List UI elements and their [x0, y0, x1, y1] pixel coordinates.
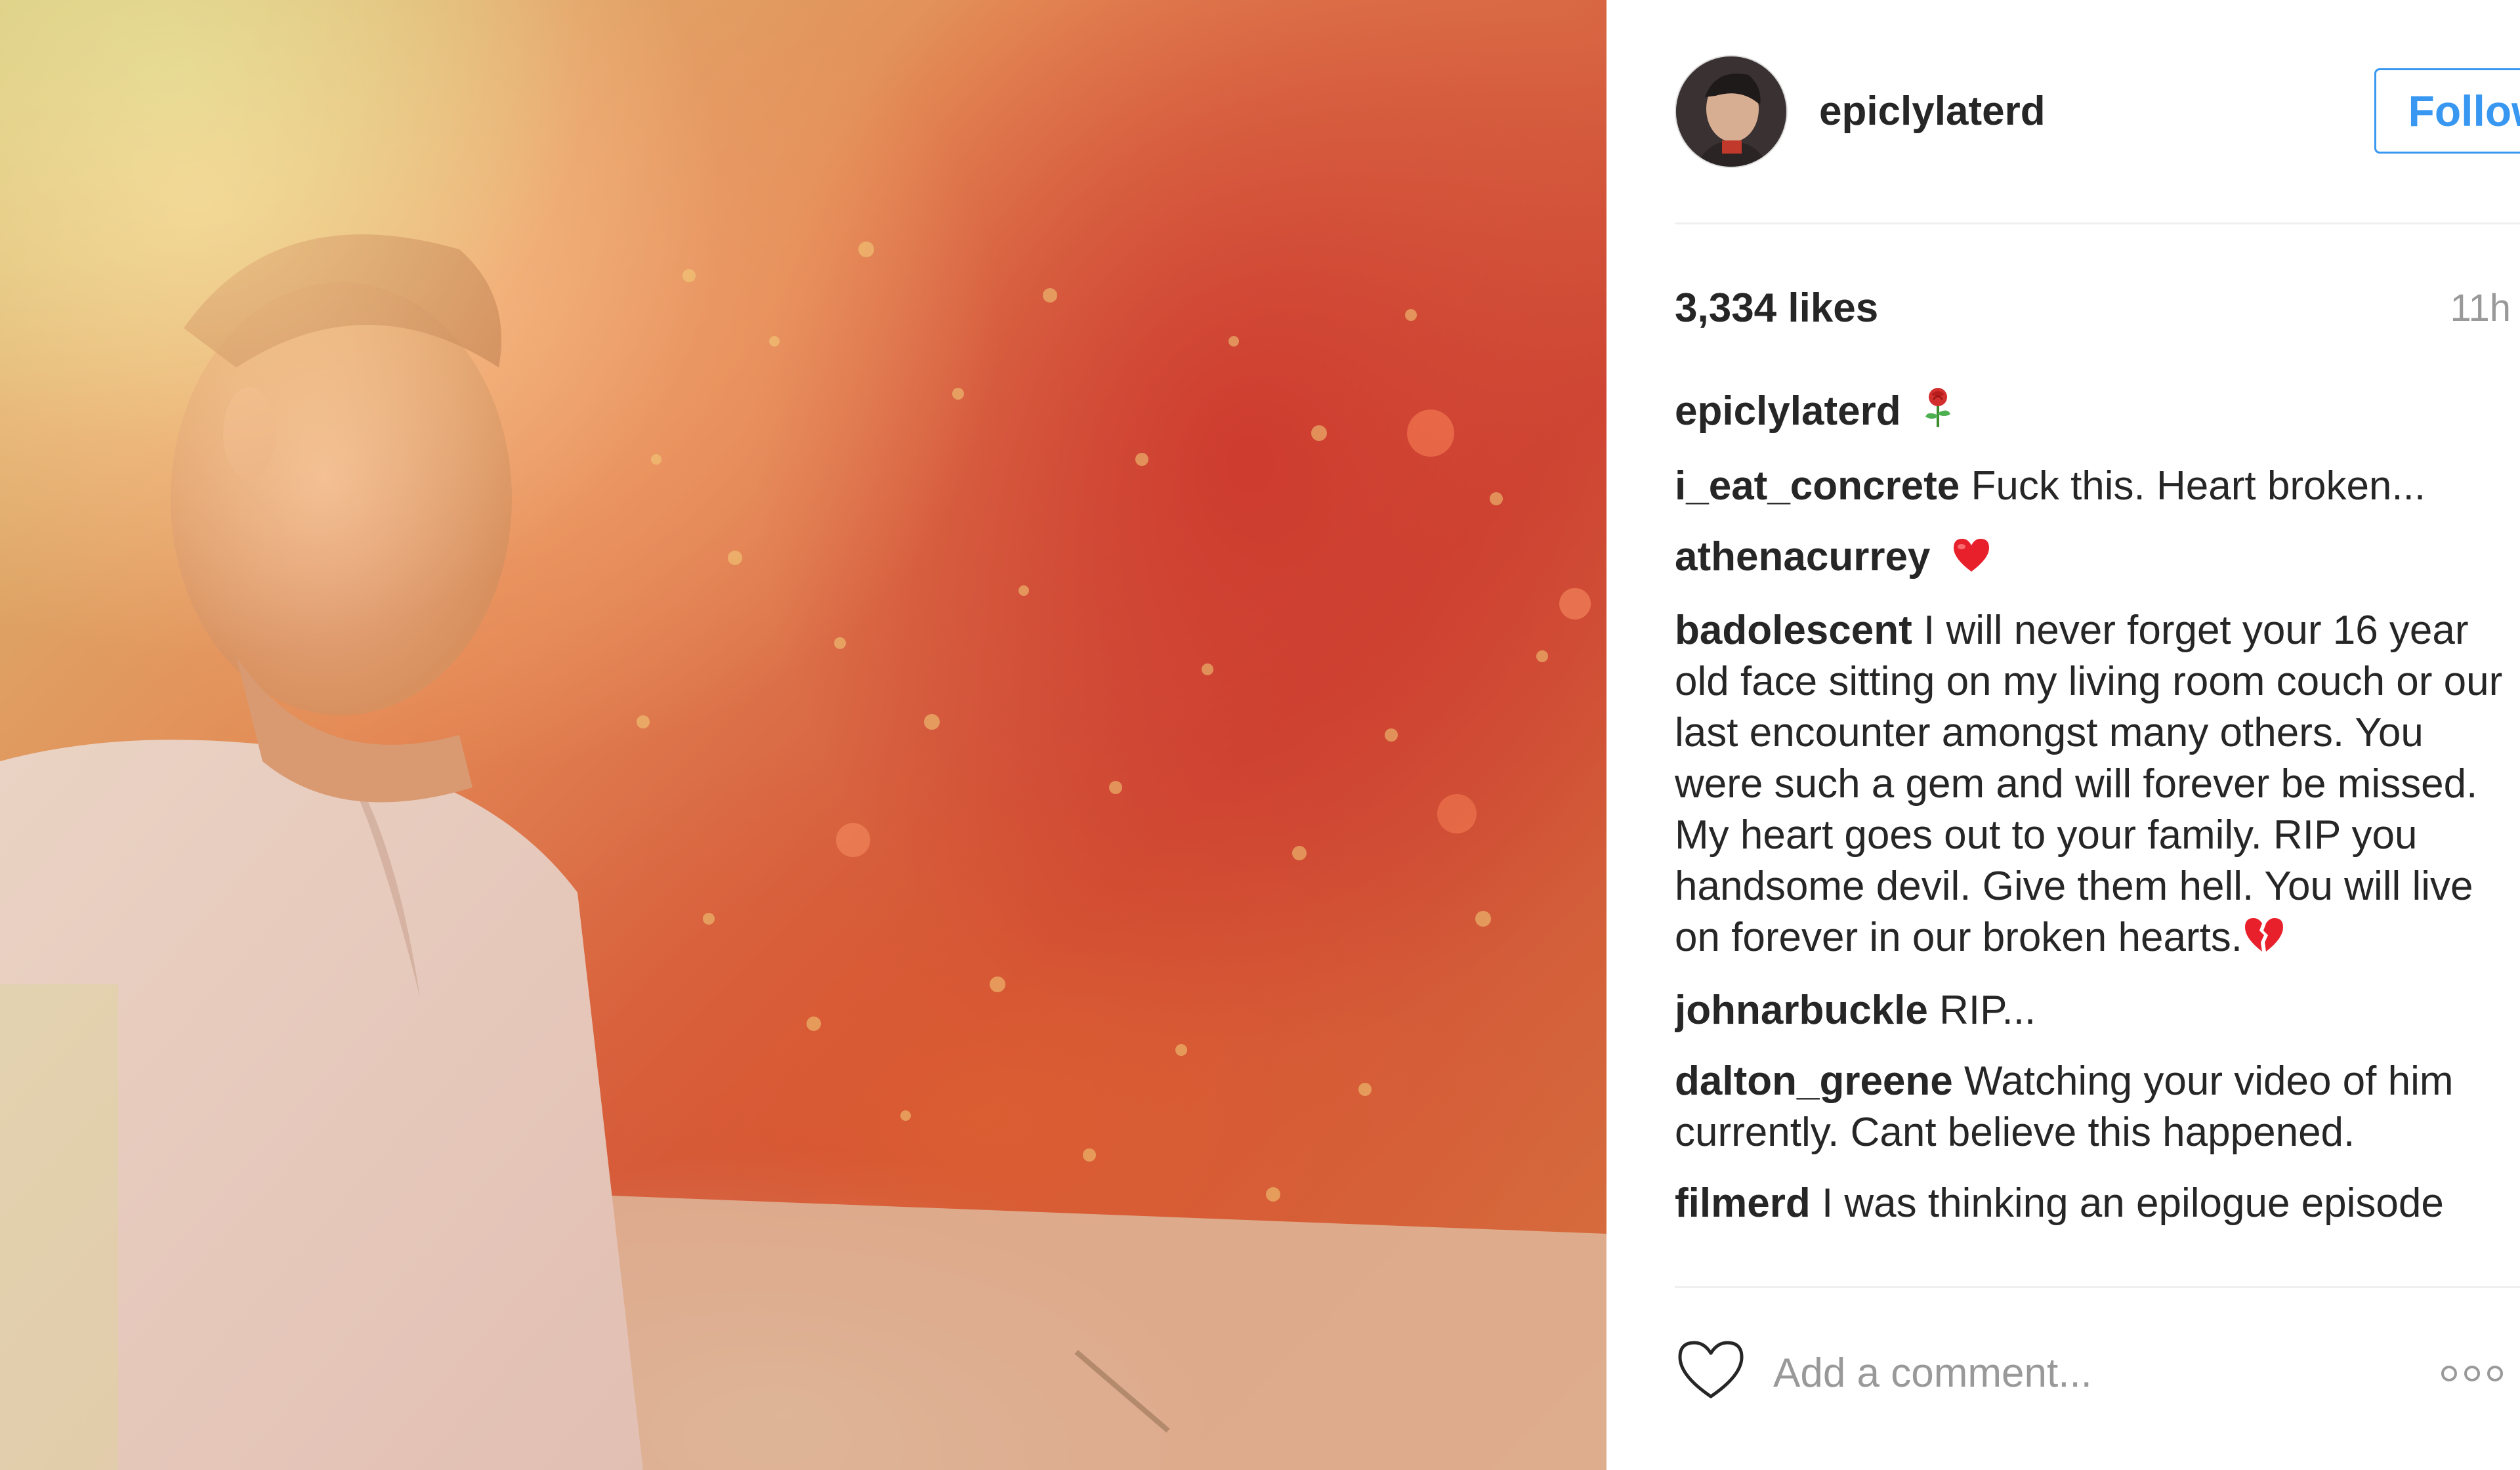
comment-username[interactable]: athenacurrey: [1675, 534, 1930, 579]
comments-list: epiclylaterd i_eat_concrete Fuck this. H…: [1675, 386, 2508, 1278]
comment-text: RIP...: [1939, 988, 2036, 1034]
likes-count[interactable]: 3,334 likes: [1675, 282, 1878, 335]
bokeh: [836, 823, 870, 857]
light-leak: [0, 984, 118, 1470]
post-timestamp[interactable]: 11h: [2450, 282, 2511, 335]
comment: athenacurrey: [1675, 532, 2508, 585]
more-options-icon: [2441, 1366, 2503, 1381]
comment-text: Fuck this. Heart broken...: [1971, 463, 2426, 509]
comment: filmerd I was thinking an epilogue episo…: [1675, 1178, 2508, 1229]
more-options-button[interactable]: [2436, 1359, 2508, 1388]
comment: epiclylaterd: [1675, 386, 2508, 441]
avatar[interactable]: [1675, 55, 1788, 168]
comment-username[interactable]: dalton_greene: [1675, 1059, 1953, 1104]
broken-heart-icon: [2242, 914, 2286, 965]
comment: badolescent I will never forget your 16 …: [1675, 605, 2508, 966]
bokeh: [1559, 588, 1591, 620]
foliage: [637, 242, 1548, 1202]
post-sidebar: epiclylaterd Follow 3,334 likes 11h epic…: [1606, 0, 2520, 1470]
comment: i_eat_concrete Fuck this. Heart broken..…: [1675, 461, 2508, 512]
light-leak: [0, 0, 722, 656]
comment-bar: [1675, 1286, 2520, 1470]
bokeh: [1407, 410, 1454, 457]
post-header: epiclylaterd Follow: [1675, 0, 2520, 224]
follow-button[interactable]: Follow: [2374, 68, 2520, 154]
comment-username[interactable]: i_eat_concrete: [1675, 463, 1960, 509]
like-button[interactable]: [1675, 1337, 1747, 1403]
comment-username[interactable]: epiclylaterd: [1675, 388, 1901, 434]
post-photo: [0, 0, 1606, 1470]
comment-username[interactable]: filmerd: [1675, 1181, 1811, 1226]
likes-row: 3,334 likes 11h: [1675, 282, 2520, 335]
post-author-username[interactable]: epiclylaterd: [1819, 85, 2046, 138]
rose-icon: [1922, 387, 1954, 441]
add-comment-input[interactable]: [1773, 1343, 2331, 1402]
comment-text: I will never forget your 16 year old fac…: [1675, 607, 2503, 960]
avatar-image: [1676, 56, 1786, 167]
comment: dalton_greene Watching your video of him…: [1675, 1056, 2508, 1158]
heart-icon: [1951, 534, 1992, 585]
comment-username[interactable]: badolescent: [1675, 608, 1912, 653]
photo-scene: [0, 0, 1606, 1470]
comment: johnarbuckle RIP...: [1675, 985, 2508, 1036]
bokeh: [1437, 794, 1477, 833]
heart-outline-icon: [1678, 1341, 1744, 1398]
sidewalk: [578, 1194, 1606, 1470]
comment-text: I was thinking an epilogue episode: [1821, 1181, 2444, 1227]
comment-username[interactable]: johnarbuckle: [1675, 988, 1928, 1033]
